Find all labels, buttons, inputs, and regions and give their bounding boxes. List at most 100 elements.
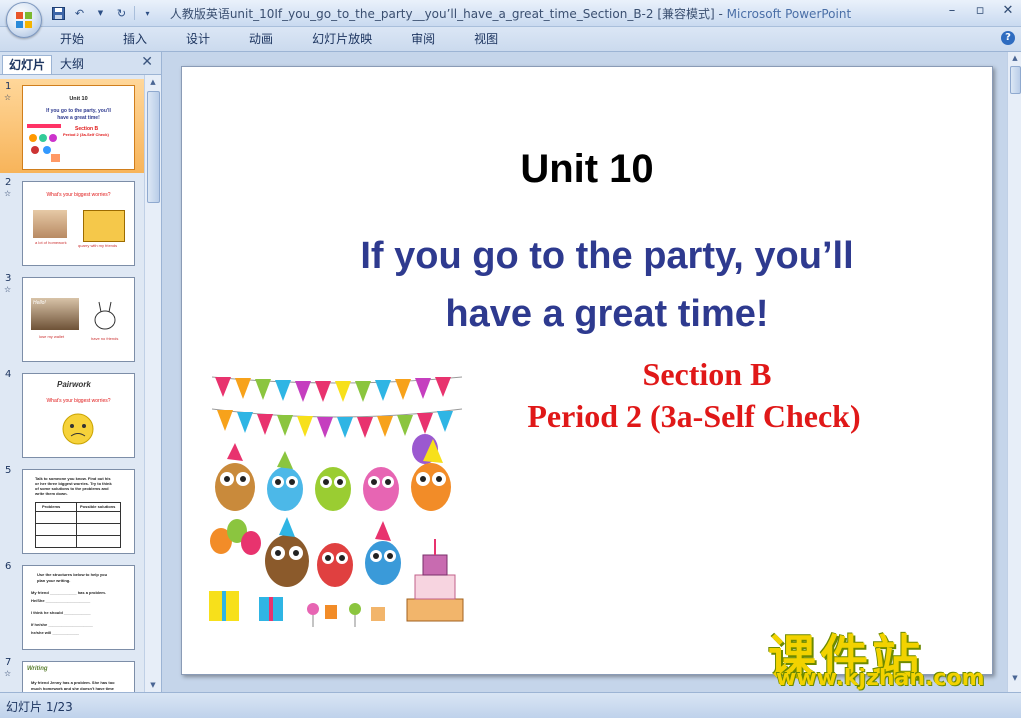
slide-number: 2 bbox=[5, 177, 12, 188]
minimize-icon[interactable]: – bbox=[945, 3, 959, 18]
thumb-text: quarry with my friends bbox=[78, 243, 118, 248]
period-label: Period 2 (3a-Self Check) bbox=[527, 398, 861, 434]
watermark-url: www.kjzhan.com bbox=[776, 666, 985, 691]
scroll-down-icon[interactable]: ▼ bbox=[145, 678, 161, 692]
thumb-text: plan your writing. bbox=[37, 578, 71, 583]
slide-thumbnail-1[interactable]: 1 ☆ Unit 10 If you go to the party, you'… bbox=[0, 79, 144, 173]
title-bar: ↶ ▼ ↻ ▾ 人教版英语unit_10If_you_go_to_the_par… bbox=[0, 0, 1021, 27]
thumb-text: Hello! bbox=[33, 300, 46, 306]
animation-star-icon: ☆ bbox=[4, 189, 12, 198]
slide-editing-area: Unit 10 If you go to the party, you’ll h… bbox=[162, 52, 1007, 692]
slide-thumbnail-2[interactable]: 2 ☆ What’s your biggest worries? a lot o… bbox=[0, 175, 144, 269]
slide-number: 6 bbox=[5, 561, 12, 572]
tab-insert[interactable]: 插入 bbox=[111, 31, 159, 47]
thumb-text: Problems bbox=[42, 504, 61, 509]
slides-pane: 幻灯片 大纲 ✕ 1 ☆ Unit 10 If you go to the pa… bbox=[0, 52, 162, 692]
thumb-text: What’s your biggest worries? bbox=[46, 398, 111, 404]
window-title: 人教版英语unit_10If_you_go_to_the_party__you’… bbox=[0, 5, 1021, 22]
thumbnail-preview: Writing My friend Jenny has a problem. S… bbox=[22, 661, 135, 692]
thumbnail-preview: What’s your biggest worries? a lot of ho… bbox=[22, 181, 135, 266]
thumb-photo bbox=[83, 210, 125, 242]
slide-number: 3 bbox=[5, 273, 12, 284]
slide-counter: 幻灯片 1/23 bbox=[6, 700, 73, 714]
app-name: Microsoft PowerPoint bbox=[726, 7, 852, 21]
tab-review[interactable]: 审阅 bbox=[399, 31, 447, 47]
title-line-2: have a great time! bbox=[445, 293, 769, 335]
thumb-party-image bbox=[27, 124, 61, 162]
thumb-text: have a great time! bbox=[57, 115, 100, 121]
scrollbar-thumb[interactable] bbox=[1010, 66, 1021, 94]
thumb-text: he/she will ____________ bbox=[31, 630, 80, 635]
thumb-text: have no friends bbox=[91, 336, 119, 341]
slide-number: 7 bbox=[5, 657, 12, 668]
thumbnail-preview: Hello! lose my wallet have no friends bbox=[22, 277, 135, 362]
animation-star-icon: ☆ bbox=[4, 669, 12, 678]
thumbnail-preview: Unit 10 If you go to the party, you'll h… bbox=[22, 85, 135, 170]
slide-thumbnail-4[interactable]: 4 Pairwork What’s your biggest worries? bbox=[0, 367, 144, 461]
title-separator: - bbox=[714, 7, 727, 21]
help-icon[interactable]: ? bbox=[1001, 31, 1015, 45]
thumb-text: write them down. bbox=[35, 491, 68, 496]
thumb-photo bbox=[33, 210, 67, 238]
slide-number: 5 bbox=[5, 465, 12, 476]
thumb-text: If you go to the party, you'll bbox=[46, 108, 111, 114]
thumb-text: Pairwork bbox=[57, 380, 91, 389]
close-pane-icon[interactable]: ✕ bbox=[141, 54, 153, 70]
slide-number: 4 bbox=[5, 369, 12, 380]
thumb-text: lose my wallet bbox=[39, 334, 65, 339]
thumb-text: What’s your biggest worries? bbox=[46, 192, 111, 198]
thumb-text: Writing bbox=[27, 666, 48, 672]
tab-animations[interactable]: 动画 bbox=[237, 31, 285, 47]
close-window-icon[interactable]: ✕ bbox=[1001, 3, 1015, 18]
thumbnail-preview: Pairwork What’s your biggest worries? bbox=[22, 373, 135, 458]
ribbon: 开始 插入 设计 动画 幻灯片放映 审阅 视图 ? bbox=[0, 27, 1021, 52]
scroll-up-icon[interactable]: ▲ bbox=[1008, 54, 1021, 62]
pane-tabs: 幻灯片 大纲 ✕ bbox=[0, 52, 161, 75]
slide-number: 1 bbox=[5, 81, 12, 92]
thumbnails-scrollbar[interactable]: ▲ ▼ bbox=[144, 75, 161, 692]
scroll-down-icon[interactable]: ▼ bbox=[1008, 674, 1021, 682]
slide-thumbnail-7[interactable]: 7 ☆ Writing My friend Jenny has a proble… bbox=[0, 655, 144, 692]
status-bar: 幻灯片 1/23 bbox=[0, 692, 1021, 718]
maximize-icon[interactable]: ▫ bbox=[973, 3, 987, 18]
slide-main-title[interactable]: If you go to the party, you’ll have a gr… bbox=[242, 227, 972, 343]
thumb-text: Period 2 (3a-Self Check) bbox=[63, 132, 109, 137]
thumb-text: I think he should ____________ bbox=[31, 610, 91, 615]
document-title: 人教版英语unit_10If_you_go_to_the_party__you’… bbox=[169, 7, 715, 21]
title-line-1: If you go to the party, you’ll bbox=[360, 235, 854, 277]
thumb-text: If he/she ____________________ bbox=[31, 622, 93, 627]
thumbnail-preview: Talk to someone you know. Find out his o… bbox=[22, 469, 135, 554]
slide-thumbnails: 1 ☆ Unit 10 If you go to the party, you'… bbox=[0, 75, 144, 692]
tab-slides[interactable]: 幻灯片 bbox=[2, 55, 53, 74]
animation-star-icon: ☆ bbox=[4, 93, 12, 102]
slide-unit-title[interactable]: Unit 10 bbox=[182, 147, 992, 192]
current-slide[interactable]: Unit 10 If you go to the party, you’ll h… bbox=[181, 66, 993, 675]
office-button[interactable] bbox=[6, 2, 42, 38]
office-logo-icon bbox=[16, 12, 32, 28]
party-owls-image[interactable] bbox=[207, 369, 467, 631]
thumb-text: My friend ____________ has a problem. bbox=[31, 590, 106, 595]
tab-design[interactable]: 设计 bbox=[174, 31, 222, 47]
tab-view[interactable]: 视图 bbox=[462, 31, 510, 47]
slide-thumbnail-6[interactable]: 6 Use the structures below to help you p… bbox=[0, 559, 144, 653]
animation-star-icon: ☆ bbox=[4, 285, 12, 294]
slide-thumbnail-5[interactable]: 5 Talk to someone you know. Find out his… bbox=[0, 463, 144, 557]
thumbnail-preview: Use the structures below to help you pla… bbox=[22, 565, 135, 650]
tab-slideshow[interactable]: 幻灯片放映 bbox=[300, 31, 384, 47]
thumb-rabbit-image bbox=[94, 301, 116, 330]
slide-section-text[interactable]: Section B Period 2 (3a-Self Check) bbox=[482, 353, 932, 437]
scroll-up-icon[interactable]: ▲ bbox=[145, 75, 161, 89]
watermark: 课件站 www.kjzhan.com bbox=[768, 618, 1004, 694]
tab-home[interactable]: 开始 bbox=[48, 31, 96, 47]
ribbon-tabs: 开始 插入 设计 动画 幻灯片放映 审阅 视图 bbox=[48, 31, 525, 47]
window-controls: – ▫ ✕ bbox=[945, 3, 1015, 18]
slide-scrollbar[interactable]: ▲ ▼ bbox=[1007, 52, 1021, 692]
scrollbar-thumb[interactable] bbox=[147, 91, 160, 203]
thumb-text: a lot of homework bbox=[35, 240, 67, 245]
tab-outline[interactable]: 大纲 bbox=[54, 55, 90, 73]
slide-thumbnail-3[interactable]: 3 ☆ Hello! lose my wallet have no friend… bbox=[0, 271, 144, 365]
thumb-text: Unit 10 bbox=[69, 96, 88, 102]
thumb-text: He/She ____________________ bbox=[31, 598, 91, 603]
section-label: Section B bbox=[642, 356, 772, 392]
thumb-emoji-image bbox=[62, 413, 94, 445]
